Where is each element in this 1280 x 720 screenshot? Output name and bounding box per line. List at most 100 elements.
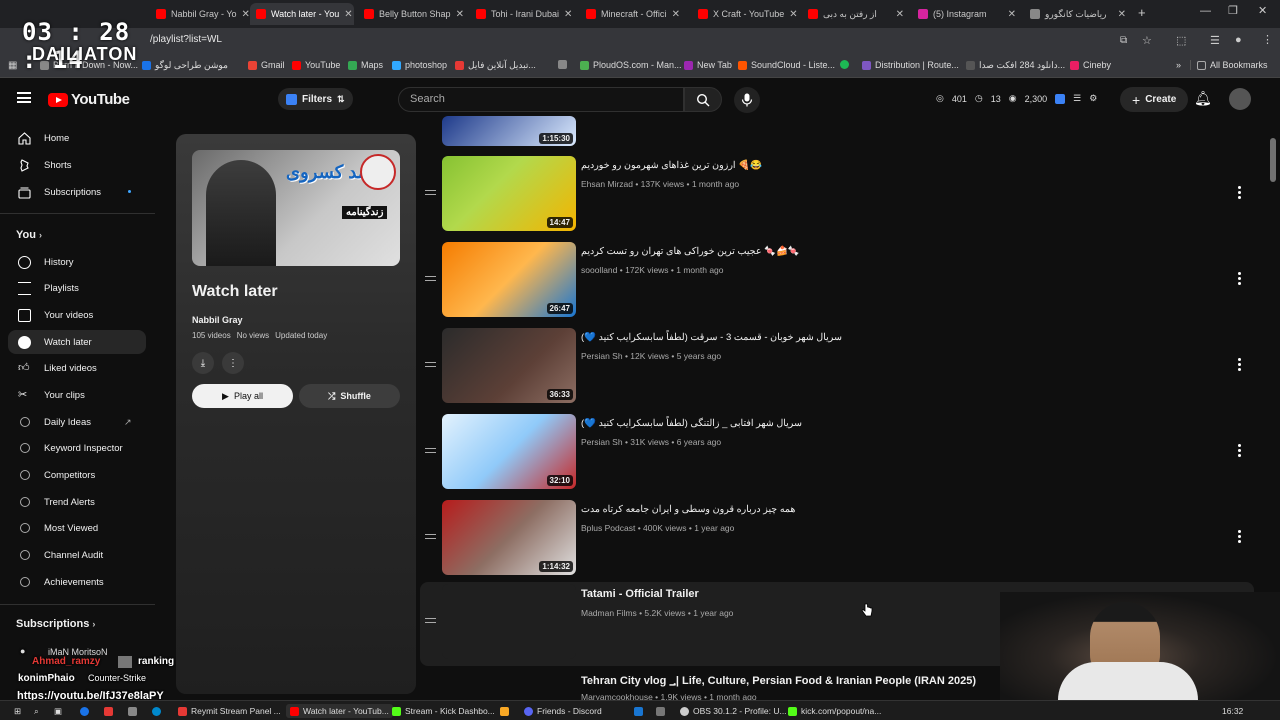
close-tab-icon[interactable]: ✕ <box>242 9 250 20</box>
sidebar-item-most-viewed[interactable]: Most Viewed <box>8 516 146 540</box>
bookmark-item[interactable]: photoshop <box>392 60 447 70</box>
playlist-video-row[interactable]: 1:14:32 همه چیز درباره قرون وسطی و ایران… <box>420 498 1254 582</box>
extension-icon[interactable] <box>1055 93 1066 104</box>
close-tab-icon[interactable]: ✕ <box>456 9 464 20</box>
play-all-button[interactable]: ▶ Play all <box>192 384 293 408</box>
browser-tab[interactable]: (5) Instagram ✕ <box>912 3 1022 25</box>
close-tab-icon[interactable]: ✕ <box>344 9 352 20</box>
video-title[interactable]: ارزون ترین غذاهای شهرمون رو خوردیم 🍕😂 <box>581 160 762 171</box>
video-thumbnail[interactable] <box>442 584 576 659</box>
bookmark-star-icon[interactable]: ☆ <box>1142 34 1152 47</box>
close-tab-icon[interactable]: ✕ <box>896 9 904 20</box>
taskbar-window[interactable]: kick.com/popout/na... <box>788 704 881 718</box>
video-thumbnail[interactable]: 1:15:30 <box>442 116 576 146</box>
taskbar-window[interactable]: Friends - Discord <box>524 704 602 718</box>
sidebar-item-playlists[interactable]: Playlists <box>8 276 146 300</box>
windows-start-icon[interactable]: ⊞ <box>14 704 21 718</box>
url-field[interactable]: /playlist?list=WL <box>150 34 222 45</box>
drag-handle-icon[interactable] <box>425 534 436 539</box>
sidebar-item-achievements[interactable]: Achievements <box>8 570 146 594</box>
sidebar-item-keyword-inspector[interactable]: Keyword Inspector <box>8 436 146 460</box>
sidebar-item-daily-ideas[interactable]: Daily Ideas ↗ <box>8 410 146 434</box>
bookmark-item[interactable]: YouTube <box>292 60 340 70</box>
taskbar-app-icon[interactable] <box>634 704 643 718</box>
sidebar-item-home[interactable]: Home <box>8 126 146 150</box>
taskbar-app-icon[interactable] <box>656 704 665 718</box>
install-app-icon[interactable]: ⧉ <box>1120 35 1127 46</box>
create-button[interactable]: + Create <box>1120 87 1189 112</box>
video-thumbnail[interactable]: 32:10 <box>442 414 576 489</box>
filters-button[interactable]: Filters ⇅ <box>278 88 353 110</box>
drag-handle-icon[interactable] <box>425 618 436 623</box>
sidebar-item-history[interactable]: History <box>8 250 146 274</box>
search-input[interactable]: Search <box>398 87 684 112</box>
video-thumbnail[interactable]: 36:33 <box>442 328 576 403</box>
task-view-icon[interactable]: ▣ <box>54 704 62 718</box>
sidebar-item-shorts[interactable]: Shorts <box>8 153 146 177</box>
bookmark-item[interactable]: دانلود 284 افکت صدا... <box>966 60 1065 71</box>
bookmark-item[interactable]: Maps <box>348 60 383 70</box>
video-title[interactable]: Tehran City vlog ؀| Life, Culture, Persi… <box>581 674 976 687</box>
sidebar-item-channel-audit[interactable]: Channel Audit <box>8 543 146 567</box>
new-tab-icon[interactable]: + <box>1138 5 1146 20</box>
close-tab-icon[interactable]: ✕ <box>672 9 680 20</box>
taskbar-window[interactable]: OBS 30.1.2 - Profile: U... <box>680 704 787 718</box>
sidebar-item-subscriptions[interactable]: Subscriptions <box>8 180 146 204</box>
close-tab-icon[interactable]: ✕ <box>564 9 572 20</box>
drag-handle-icon[interactable] <box>425 190 436 195</box>
sidebar-item-trend-alerts[interactable]: Trend Alerts <box>8 490 146 514</box>
playlist-thumbnail[interactable]: احمد کسروی زندگینامه <box>192 150 400 266</box>
profile-icon[interactable]: ● <box>1235 34 1242 46</box>
playlist-video-row[interactable]: 26:47 عجیب ترین خوراکی های تهران رو تست … <box>420 240 1254 324</box>
playlist-owner[interactable]: Nabbil Gray <box>192 315 243 325</box>
close-tab-icon[interactable]: ✕ <box>1008 9 1016 20</box>
video-thumbnail[interactable]: 14:47 <box>442 156 576 231</box>
maximize-window-icon[interactable]: ❐ <box>1228 4 1238 17</box>
download-button[interactable]: ⤓ <box>192 352 214 374</box>
shuffle-button[interactable]: ⤮ Shuffle <box>299 384 400 408</box>
extensions-icon[interactable]: ⬚ <box>1176 34 1186 47</box>
browser-tab[interactable]: ریاضیات کانگورو ✕ <box>1024 3 1132 25</box>
more-options-button[interactable]: ⋮ <box>222 352 244 374</box>
video-menu-icon[interactable] <box>1238 530 1242 544</box>
taskbar-app-icon[interactable] <box>152 704 161 718</box>
bookmark-item[interactable]: Cineby <box>1070 60 1111 70</box>
playlist-video-row[interactable]: 1:15:30 <box>420 114 1254 146</box>
browser-tab[interactable]: Nabbil Gray - Yo ✕ <box>150 3 250 25</box>
browser-tab[interactable]: Minecraft - Offici ✕ <box>580 3 686 25</box>
minimize-window-icon[interactable]: — <box>1200 5 1211 17</box>
bookmark-item[interactable]: تبدیل آنلاین فایل... <box>455 60 536 71</box>
playlist-video-row[interactable]: 32:10 سریال شهر افتابی _ زالتنگی (لطفاً … <box>420 412 1254 496</box>
sidebar-item-your-clips[interactable]: ✂ Your clips <box>8 383 146 407</box>
taskbar-app-icon[interactable] <box>80 704 89 718</box>
video-title[interactable]: همه چیز درباره قرون وسطی و ایران جامعه ک… <box>581 504 795 515</box>
video-title[interactable]: سریال شهر خوبان - قسمت 3 - سرقت (لطفاً س… <box>581 332 842 343</box>
playlist-video-row[interactable]: 36:33 سریال شهر خوبان - قسمت 3 - سرقت (ل… <box>420 326 1254 410</box>
settings-icon[interactable]: ⚙ <box>1089 93 1097 104</box>
video-menu-icon[interactable] <box>1238 358 1242 372</box>
scrollbar-thumb[interactable] <box>1270 138 1276 182</box>
drag-handle-icon[interactable] <box>425 448 436 453</box>
browser-tab-active[interactable]: Watch later - You ✕ <box>250 3 354 25</box>
account-avatar[interactable] <box>1229 88 1251 110</box>
browser-menu-icon[interactable]: ⋮ <box>1262 33 1273 46</box>
notifications-bell-icon[interactable]: 🔔︎ <box>1194 90 1212 107</box>
browser-tab[interactable]: از رفتن به دبی ✕ <box>802 3 910 25</box>
bookmark-item[interactable]: New Tab <box>684 60 732 70</box>
taskbar-app-icon[interactable] <box>128 704 137 718</box>
browser-tab[interactable]: X Craft - YouTube ✕ <box>692 3 800 25</box>
playlist-video-row[interactable]: 14:47 ارزون ترین غذاهای شهرمون رو خوردیم… <box>420 154 1254 238</box>
taskbar-window[interactable]: Reymit Stream Panel ... <box>178 704 281 718</box>
sidebar-item-liked-videos[interactable]: 👍︎ Liked videos <box>8 356 146 380</box>
list-icon[interactable]: ☰ <box>1073 93 1081 104</box>
taskbar-app-icon[interactable] <box>500 704 509 718</box>
bookmark-item[interactable]: PloudOS.com - Man... <box>580 60 682 70</box>
video-title[interactable]: عجیب ترین خوراکی های تهران رو تست کردیم … <box>581 246 800 257</box>
bookmark-item[interactable] <box>558 60 567 69</box>
video-title[interactable]: Tatami - Official Trailer <box>581 588 699 600</box>
sidebar-item-your-videos[interactable]: Your videos <box>8 303 146 327</box>
close-tab-icon[interactable]: ✕ <box>1118 9 1126 20</box>
voice-search-button[interactable] <box>734 87 760 113</box>
search-button[interactable] <box>684 87 722 112</box>
taskbar-search-icon[interactable]: ⌕ <box>34 704 39 718</box>
